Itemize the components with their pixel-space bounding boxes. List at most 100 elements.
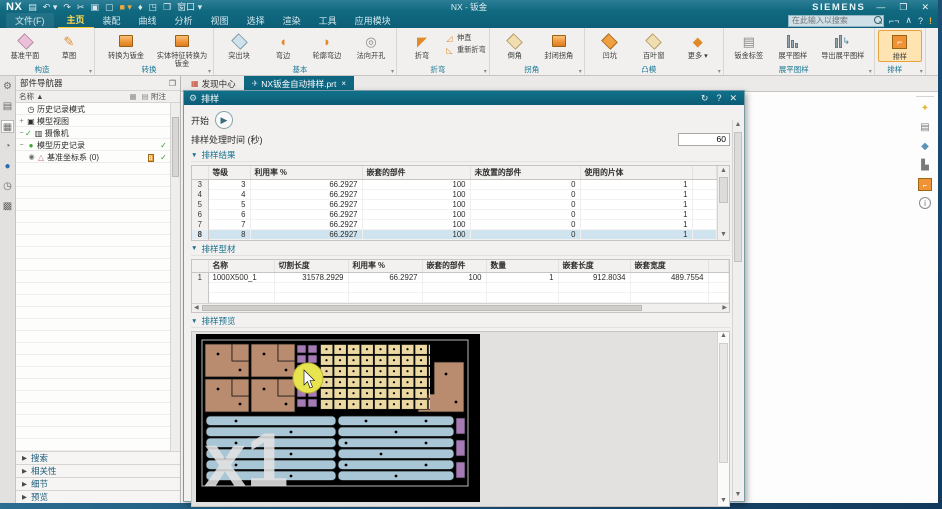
- convert-to-sheetmetal-button[interactable]: 转换为钣金: [98, 30, 154, 60]
- menu-view[interactable]: 视图: [202, 13, 238, 28]
- column-note[interactable]: 附注: [151, 91, 177, 102]
- preview-scrollbar[interactable]: ▲▼: [717, 332, 729, 506]
- preview-section-header[interactable]: ▼ 排样预览: [191, 315, 730, 328]
- export-flat-pattern-button[interactable]: ↳ 导出展平图样: [815, 30, 871, 60]
- group-caret-icon[interactable]: ▾: [718, 68, 721, 75]
- close-button[interactable]: ✕: [918, 2, 932, 13]
- command-search-input[interactable]: [788, 15, 884, 27]
- table-row[interactable]: 1 1000X500_1 31578.2929 66.2927 100 1 91…: [192, 273, 729, 283]
- tree-item-model-views[interactable]: +▣ 模型视图: [16, 115, 180, 127]
- undo-icon[interactable]: ↶ ▾: [43, 3, 58, 12]
- tab-part-file[interactable]: ✈ NX钣金自动排样.prt ×: [244, 76, 354, 91]
- table-row[interactable]: 5 5 66.2927 100 0 1: [192, 199, 717, 209]
- results-scrollbar[interactable]: ▲▼: [717, 166, 729, 240]
- dialog-scrollbar[interactable]: ▲▼: [732, 120, 743, 500]
- reset-icon[interactable]: ↻: [699, 93, 711, 104]
- scroll-down-icon[interactable]: ▼: [718, 230, 729, 240]
- table-row[interactable]: 4 4 66.2927 100 0 1: [192, 189, 717, 199]
- search-icon[interactable]: [874, 16, 883, 25]
- group-caret-icon[interactable]: ▾: [391, 68, 394, 75]
- section-search[interactable]: ▶搜索: [16, 451, 180, 464]
- minimize-button[interactable]: —: [873, 2, 888, 12]
- profiles-h-scrollbar[interactable]: ◀▶: [192, 303, 729, 312]
- nesting-tool-icon[interactable]: ⌐: [918, 178, 932, 191]
- menu-assemblies[interactable]: 装配: [94, 13, 130, 28]
- tree-item-cameras[interactable]: −✓▥ 摄像机: [16, 127, 180, 139]
- help-icon[interactable]: ?: [918, 16, 923, 26]
- solid-convert-button[interactable]: 实体特征转换为钣金: [154, 30, 210, 68]
- collapse-icon[interactable]: −: [18, 142, 25, 149]
- gear-icon[interactable]: ⚙: [1, 80, 14, 93]
- history-palette-icon[interactable]: ◷: [1, 180, 14, 193]
- menu-selection[interactable]: 选择: [238, 13, 274, 28]
- flat-pattern-button[interactable]: 展平图样: [771, 30, 815, 60]
- table-row[interactable]: 3 3 66.2927 100 0 1: [192, 179, 717, 189]
- export-sheet-icon[interactable]: ▤: [918, 121, 932, 134]
- fullscreen-icon[interactable]: ⌐¬: [889, 16, 900, 26]
- group-caret-icon[interactable]: ▾: [484, 68, 487, 75]
- alert-icon[interactable]: !: [929, 16, 932, 26]
- sheetmetal-tag-button[interactable]: ▤ 钣金标签: [727, 30, 771, 60]
- web-browser-icon[interactable]: ●: [1, 160, 14, 173]
- group-caret-icon[interactable]: ▾: [920, 68, 923, 75]
- group-caret-icon[interactable]: ▾: [579, 68, 582, 75]
- dialog-help-icon[interactable]: ?: [714, 93, 723, 103]
- navigator-scrollbar[interactable]: [170, 103, 180, 451]
- flange-button[interactable]: ◖ 弯边: [261, 30, 305, 60]
- nesting-button[interactable]: ⌐ 排样: [878, 30, 922, 62]
- dialog-title-bar[interactable]: ⚙ 排样 ↻ ? ✕: [184, 91, 744, 105]
- menu-home[interactable]: 主页: [58, 12, 94, 29]
- cut-icon[interactable]: ✂: [77, 3, 85, 12]
- sketch-button[interactable]: ✎ 草图: [47, 30, 91, 60]
- group-caret-icon[interactable]: ▾: [208, 68, 211, 75]
- profiles-section-header[interactable]: ▼ 排样型材: [191, 243, 730, 256]
- sparkle-icon[interactable]: ✦: [918, 102, 932, 115]
- section-details[interactable]: ▶细节: [16, 477, 180, 490]
- scroll-up-icon[interactable]: ▲: [720, 332, 727, 339]
- flat-pattern-tool-icon[interactable]: ▙: [918, 159, 932, 172]
- part-navigator-icon[interactable]: ▦: [1, 120, 14, 133]
- tab-button[interactable]: 突出块: [217, 30, 261, 60]
- column-icon[interactable]: ▤: [139, 92, 151, 101]
- share-icon[interactable]: ◳: [149, 3, 158, 12]
- tree-item-model-history[interactable]: −● 模型历史记录 ✓: [16, 139, 180, 151]
- collapse-icon[interactable]: −: [18, 130, 25, 137]
- menu-tools[interactable]: 工具: [310, 13, 346, 28]
- menu-analysis[interactable]: 分析: [166, 13, 202, 28]
- tree-item-datum-csys[interactable]: ◉△ 基准坐标系 (0) B ✓: [16, 151, 180, 163]
- copy-icon[interactable]: ▣: [90, 3, 99, 12]
- tree-item-history-mode[interactable]: ◷ 历史记录模式: [16, 103, 180, 115]
- table-row[interactable]: 7 7 66.2927 100 0 1: [192, 219, 717, 229]
- unbend-button[interactable]: ◿ 伸直: [444, 33, 486, 43]
- menu-file[interactable]: 文件(F): [6, 13, 54, 28]
- section-preview[interactable]: ▶预览: [16, 490, 180, 503]
- start-button[interactable]: ▶: [215, 111, 233, 129]
- results-section-header[interactable]: ▼ 排样结果: [191, 149, 730, 162]
- group-caret-icon[interactable]: ▾: [89, 68, 92, 75]
- touch-mode-icon[interactable]: ■ ▾: [119, 3, 131, 12]
- normal-cutout-button[interactable]: ◎ 法向开孔: [349, 30, 393, 60]
- tab-discovery-center[interactable]: ▦ 发现中心: [183, 76, 244, 91]
- expand-icon[interactable]: ◉: [28, 153, 35, 161]
- undock-icon[interactable]: ❐: [169, 79, 176, 88]
- time-input[interactable]: [678, 133, 730, 146]
- more-button[interactable]: ◆ 更多 ▾: [676, 30, 720, 60]
- scroll-up-icon[interactable]: ▲: [718, 166, 729, 176]
- close-tab-icon[interactable]: ×: [341, 79, 346, 88]
- minimize-ribbon-icon[interactable]: ∧: [905, 15, 912, 26]
- column-name[interactable]: 名称 ▲: [19, 91, 127, 102]
- assembly-navigator-icon[interactable]: ▤: [1, 100, 14, 113]
- scroll-down-icon[interactable]: ▼: [733, 490, 743, 500]
- window-menu[interactable]: 窗口 ▾: [177, 3, 202, 12]
- redo-icon[interactable]: ↷: [63, 3, 71, 12]
- paste-icon[interactable]: ▢: [105, 3, 114, 12]
- table-row[interactable]: 6 6 66.2927 100 0 1: [192, 209, 717, 219]
- save-icon[interactable]: ▤: [28, 3, 37, 12]
- table-row-selected[interactable]: 8 8 66.2927 100 0 1: [192, 229, 717, 239]
- contour-flange-button[interactable]: ◗ 轮廓弯边: [305, 30, 349, 60]
- section-dependencies[interactable]: ▶相关性: [16, 464, 180, 477]
- column-icon[interactable]: ▦: [127, 92, 139, 101]
- constraint-navigator-icon[interactable]: ◔: [1, 140, 14, 153]
- rebend-button[interactable]: ◺ 重新折弯: [444, 45, 486, 55]
- layout-icon[interactable]: ❐: [163, 3, 171, 12]
